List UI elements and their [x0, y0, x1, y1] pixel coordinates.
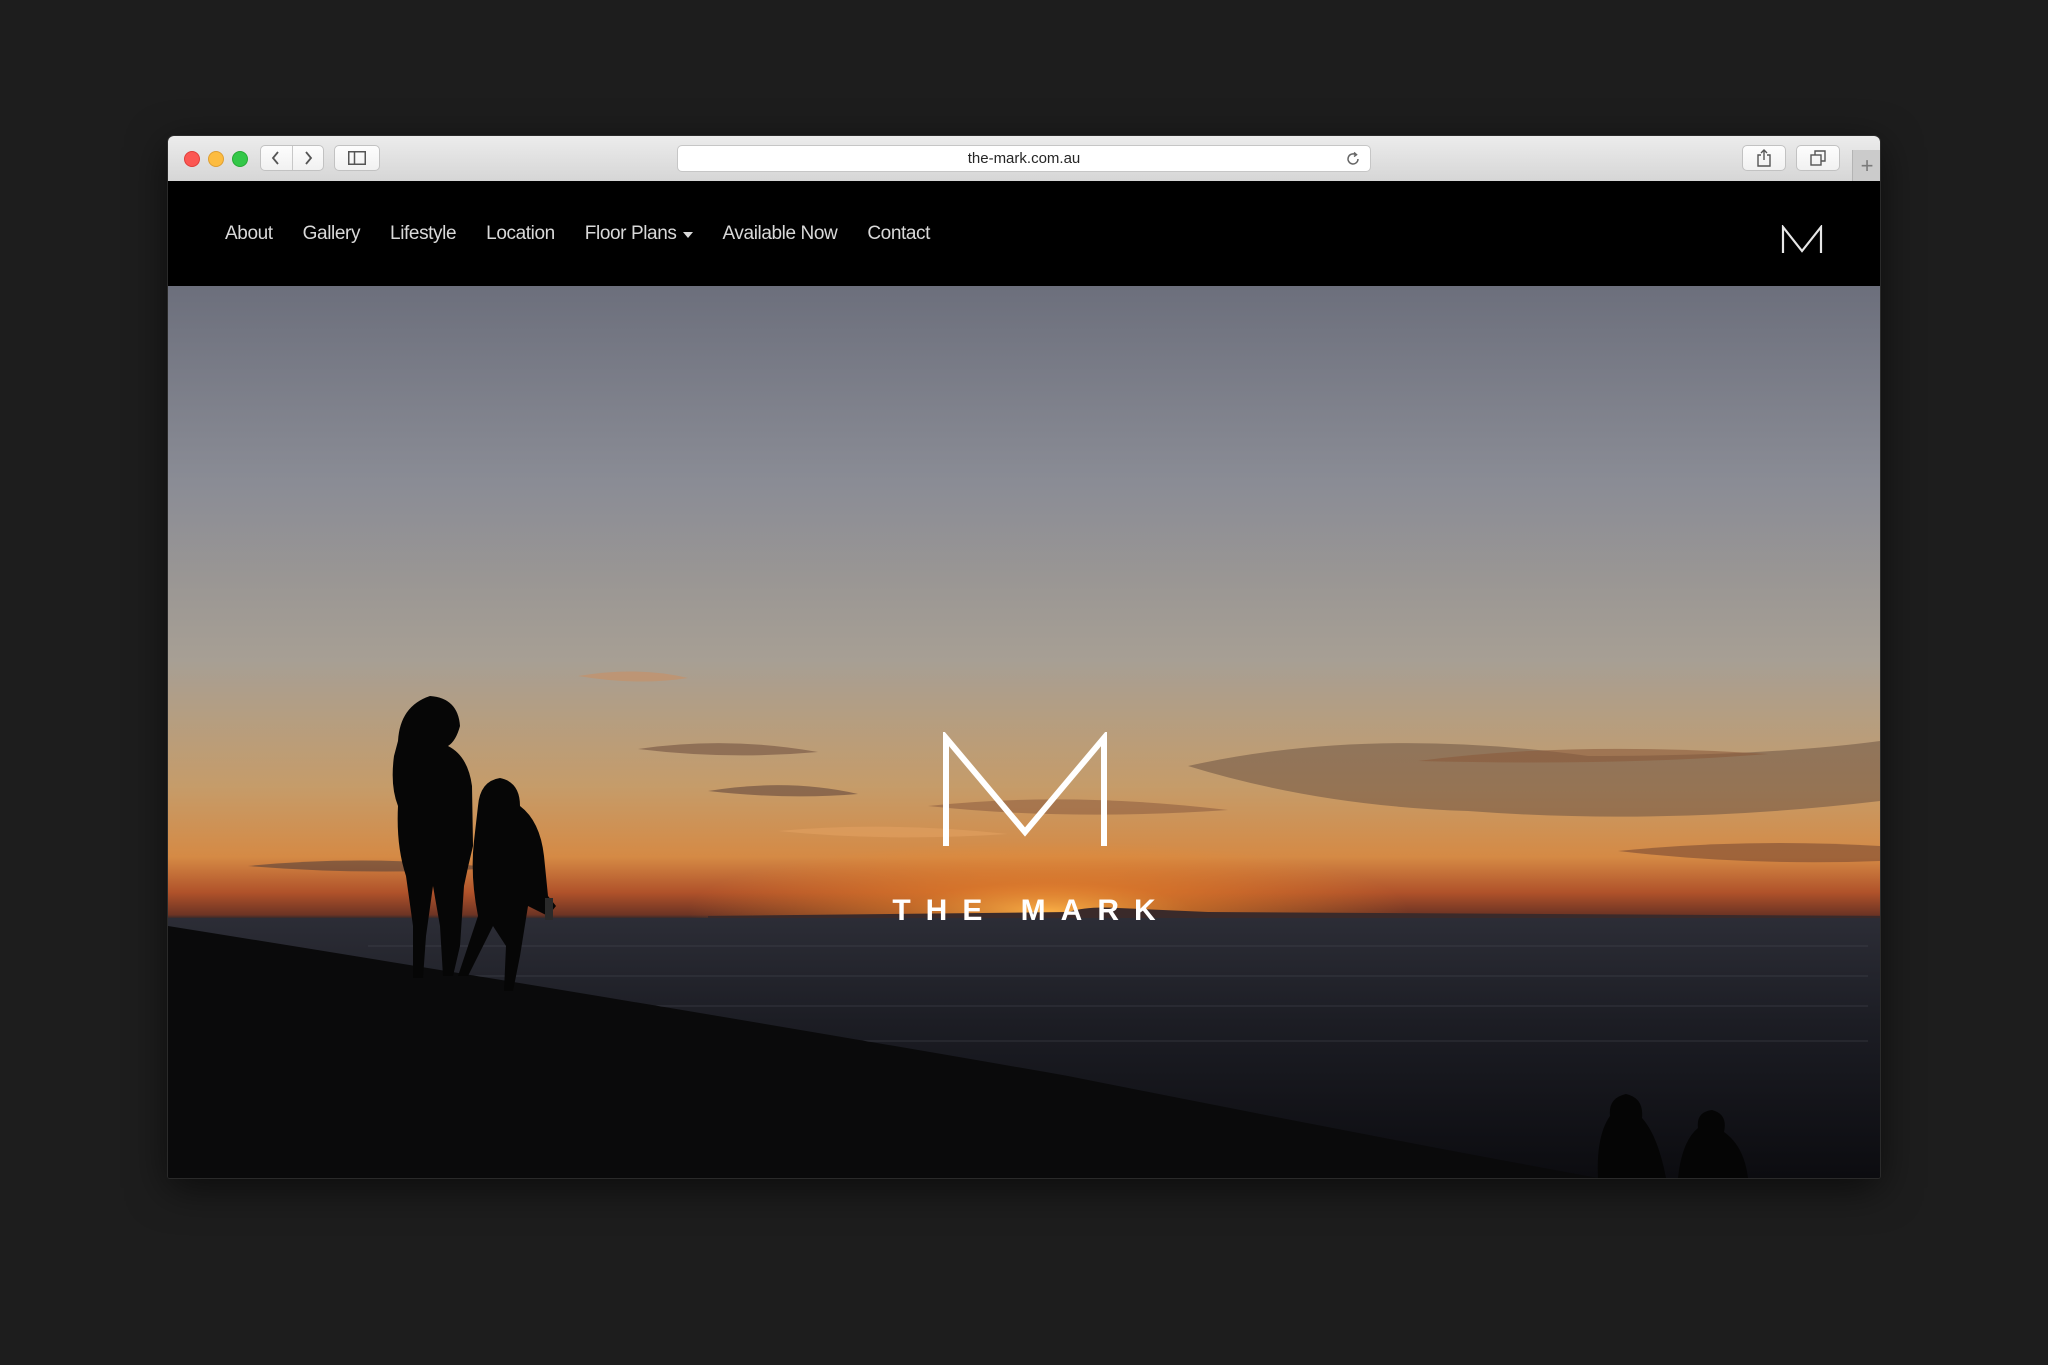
nav-label: Gallery: [302, 222, 361, 244]
nav-link-floor-plans[interactable]: Floor Plans: [585, 223, 693, 245]
browser-window: the-mark.com.au + About Gallery Lifestyl…: [168, 136, 1880, 1178]
new-tab-button[interactable]: +: [1852, 150, 1880, 181]
share-button[interactable]: [1742, 145, 1786, 171]
nav-link-available-now[interactable]: Available Now: [723, 223, 838, 245]
nav-link-gallery[interactable]: Gallery: [302, 222, 361, 245]
nav-link-about[interactable]: About: [225, 223, 273, 245]
zoom-window-button[interactable]: [232, 151, 248, 167]
hero-slideshow: THE MARK: [168, 286, 1880, 1178]
plus-icon: +: [1860, 152, 1874, 178]
nav-label: Contact: [867, 222, 931, 244]
reload-icon[interactable]: [1344, 150, 1362, 168]
header-logo-icon[interactable]: [1781, 225, 1823, 255]
url-text: the-mark.com.au: [967, 150, 1081, 167]
chevron-left-icon: [272, 151, 279, 165]
share-icon: [1757, 149, 1771, 167]
back-button[interactable]: [261, 146, 293, 170]
hero-title: THE MARK: [892, 894, 1171, 927]
browser-toolbar: the-mark.com.au +: [168, 136, 1880, 182]
sidebar-toggle-button[interactable]: [334, 145, 380, 171]
sidebar-icon: [348, 151, 366, 165]
close-window-button[interactable]: [184, 151, 200, 167]
nav-link-location[interactable]: Location: [486, 223, 555, 245]
m-monogram-icon: [943, 732, 1107, 846]
site-header: About Gallery Lifestyle Location Floor P…: [168, 181, 1880, 286]
nav-label: Lifestyle: [390, 222, 457, 244]
nav-label: Floor Plans: [584, 222, 677, 244]
minimize-window-button[interactable]: [208, 151, 224, 167]
nav-link-lifestyle[interactable]: Lifestyle: [390, 222, 457, 245]
tabs-overview-icon: [1810, 150, 1826, 166]
nav-label: About: [225, 222, 273, 244]
nav-label: Available Now: [722, 222, 838, 244]
dropdown-caret-icon: [682, 232, 693, 238]
show-tabs-button[interactable]: [1796, 145, 1840, 171]
forward-button[interactable]: [293, 146, 324, 170]
address-bar[interactable]: the-mark.com.au: [677, 145, 1371, 172]
nav-label: Location: [486, 222, 555, 244]
main-menu: About Gallery Lifestyle Location Floor P…: [225, 181, 960, 286]
chevron-right-icon: [305, 151, 312, 165]
history-nav-group: [260, 145, 324, 171]
nav-link-contact[interactable]: Contact: [867, 223, 930, 245]
